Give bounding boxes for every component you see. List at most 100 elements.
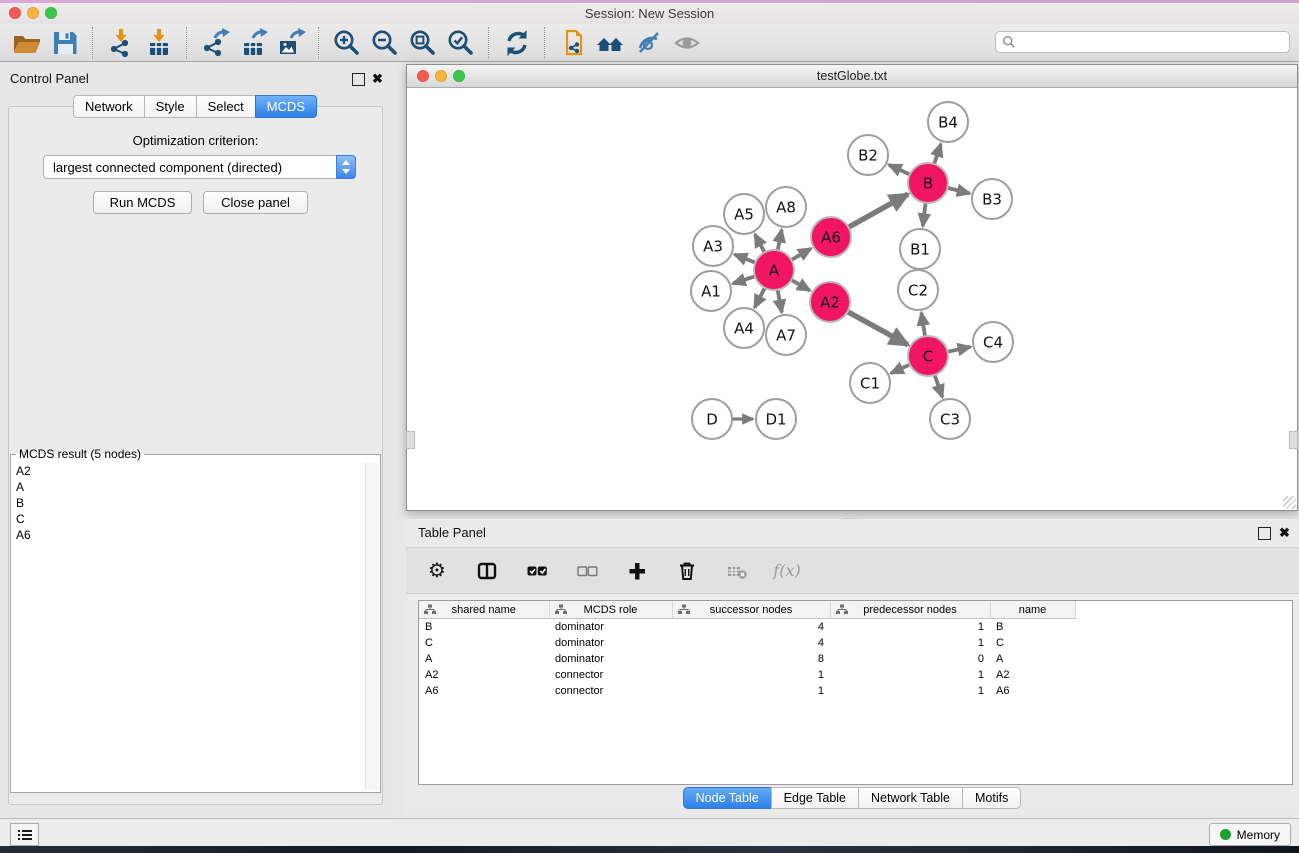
- tab-edge-table[interactable]: Edge Table: [771, 787, 859, 809]
- tab-node-table[interactable]: Node Table: [683, 787, 772, 809]
- left-panel-grip[interactable]: [406, 431, 415, 449]
- graph-node-D1[interactable]: D1: [756, 399, 796, 439]
- column-header[interactable]: successor nodes: [672, 601, 830, 619]
- column-header[interactable]: MCDS role: [549, 601, 672, 619]
- table-cell[interactable]: dominator: [549, 635, 672, 651]
- network-window-titlebar[interactable]: testGlobe.txt: [407, 65, 1297, 88]
- show-panels-button[interactable]: [10, 823, 39, 846]
- column-view-button[interactable]: [474, 558, 500, 584]
- zoom-in-button[interactable]: [328, 26, 366, 60]
- table-cell[interactable]: dominator: [549, 651, 672, 667]
- graph-node-A3[interactable]: A3: [693, 226, 733, 266]
- export-network-button[interactable]: [196, 26, 234, 60]
- graph-node-B[interactable]: B: [908, 163, 948, 203]
- table-cell[interactable]: 1: [672, 683, 830, 699]
- tab-select[interactable]: Select: [196, 95, 256, 118]
- network-canvas[interactable]: A A1 A2 A3 A4 A5 A6 A7 A8 B B1 B2 B3 B4 …: [407, 88, 1297, 510]
- graph-node-A1[interactable]: A1: [691, 271, 731, 311]
- column-header[interactable]: name: [990, 601, 1075, 619]
- open-network-button[interactable]: [8, 26, 46, 60]
- table-cell[interactable]: B: [990, 619, 1075, 636]
- close-table-panel-icon[interactable]: ✖: [1279, 527, 1290, 538]
- graph-node-C1[interactable]: C1: [850, 363, 890, 403]
- table-cell[interactable]: 1: [830, 635, 990, 651]
- tab-network-table[interactable]: Network Table: [858, 787, 963, 809]
- criterion-dropdown[interactable]: largest connected component (directed): [43, 155, 356, 179]
- graph-node-A7[interactable]: A7: [766, 315, 806, 355]
- table-row[interactable]: Cdominator41C: [419, 635, 1292, 651]
- graph-node-A[interactable]: A: [754, 250, 794, 290]
- graph-node-C4[interactable]: C4: [973, 322, 1013, 362]
- float-panel-icon[interactable]: [352, 73, 365, 86]
- deselect-all-button[interactable]: [574, 558, 600, 584]
- table-cell[interactable]: A2: [419, 667, 549, 683]
- table-cell[interactable]: A6: [990, 683, 1075, 699]
- mcds-result-item[interactable]: A2: [11, 463, 366, 479]
- close-panel-icon[interactable]: ✖: [372, 73, 383, 84]
- mcds-result-item[interactable]: A: [11, 479, 366, 495]
- run-mcds-button[interactable]: Run MCDS: [93, 191, 192, 214]
- close-panel-button[interactable]: Close panel: [203, 191, 308, 214]
- mcds-result-item[interactable]: C: [11, 511, 366, 527]
- table-cell[interactable]: connector: [549, 683, 672, 699]
- table-cell[interactable]: C: [990, 635, 1075, 651]
- zoom-fit-button[interactable]: [404, 26, 442, 60]
- table-row[interactable]: Adominator80A: [419, 651, 1292, 667]
- graph-node-B2[interactable]: B2: [848, 135, 888, 175]
- graph-node-A6[interactable]: A6: [811, 217, 851, 257]
- graph-node-A5[interactable]: A5: [724, 194, 764, 234]
- export-table-button[interactable]: [234, 26, 272, 60]
- table-cell[interactable]: B: [419, 619, 549, 636]
- graph-node-B1[interactable]: B1: [900, 229, 940, 269]
- refresh-button[interactable]: [498, 26, 536, 60]
- graph-node-B3[interactable]: B3: [972, 179, 1012, 219]
- hide-graphics-details-button[interactable]: [630, 26, 668, 60]
- graph-node-C2[interactable]: C2: [898, 270, 938, 310]
- table-row[interactable]: Bdominator41B: [419, 619, 1292, 636]
- table-cell[interactable]: 0: [830, 651, 990, 667]
- table-cell[interactable]: 1: [830, 683, 990, 699]
- table-cell[interactable]: A6: [419, 683, 549, 699]
- add-column-button[interactable]: [624, 558, 650, 584]
- table-settings-button[interactable]: ⚙: [424, 558, 450, 584]
- dropdown-stepper-icon[interactable]: [336, 155, 356, 179]
- zoom-selected-button[interactable]: [442, 26, 480, 60]
- table-cell[interactable]: A2: [990, 667, 1075, 683]
- search-input[interactable]: [1016, 34, 1283, 50]
- column-header[interactable]: shared name: [419, 601, 549, 619]
- graph-node-A4[interactable]: A4: [724, 308, 764, 348]
- table-cell[interactable]: 1: [830, 667, 990, 683]
- search-field[interactable]: [995, 31, 1290, 53]
- table-row[interactable]: A6connector11A6: [419, 683, 1292, 699]
- column-header[interactable]: predecessor nodes: [830, 601, 990, 619]
- float-table-panel-icon[interactable]: [1258, 527, 1271, 540]
- graph-node-C[interactable]: C: [908, 336, 948, 376]
- table-cell[interactable]: C: [419, 635, 549, 651]
- export-image-button[interactable]: [272, 26, 310, 60]
- tab-network[interactable]: Network: [73, 95, 145, 118]
- result-scrollbar[interactable]: [365, 463, 379, 790]
- mcds-result-item[interactable]: B: [11, 495, 366, 511]
- graph-node-D[interactable]: D: [692, 399, 732, 439]
- table-cell[interactable]: 1: [672, 667, 830, 683]
- right-panel-grip[interactable]: [1289, 431, 1298, 449]
- select-all-check-button[interactable]: [524, 558, 550, 584]
- table-cell[interactable]: 8: [672, 651, 830, 667]
- table-row[interactable]: A2connector11A2: [419, 667, 1292, 683]
- table-cell[interactable]: 1: [830, 619, 990, 636]
- table-cell[interactable]: A: [990, 651, 1075, 667]
- graph-node-B4[interactable]: B4: [928, 102, 968, 142]
- save-session-button[interactable]: [46, 26, 84, 60]
- home-layout-button[interactable]: [592, 26, 630, 60]
- import-network-button[interactable]: [102, 26, 140, 60]
- graph-node-C3[interactable]: C3: [930, 399, 970, 439]
- copy-network-button[interactable]: [554, 26, 592, 60]
- delete-row-button[interactable]: [674, 558, 700, 584]
- tab-motifs[interactable]: Motifs: [962, 787, 1021, 809]
- tab-mcds[interactable]: MCDS: [255, 95, 317, 118]
- zoom-out-button[interactable]: [366, 26, 404, 60]
- table-cell[interactable]: 4: [672, 635, 830, 651]
- memory-button[interactable]: Memory: [1209, 823, 1291, 846]
- table-cell[interactable]: connector: [549, 667, 672, 683]
- import-table-button[interactable]: [140, 26, 178, 60]
